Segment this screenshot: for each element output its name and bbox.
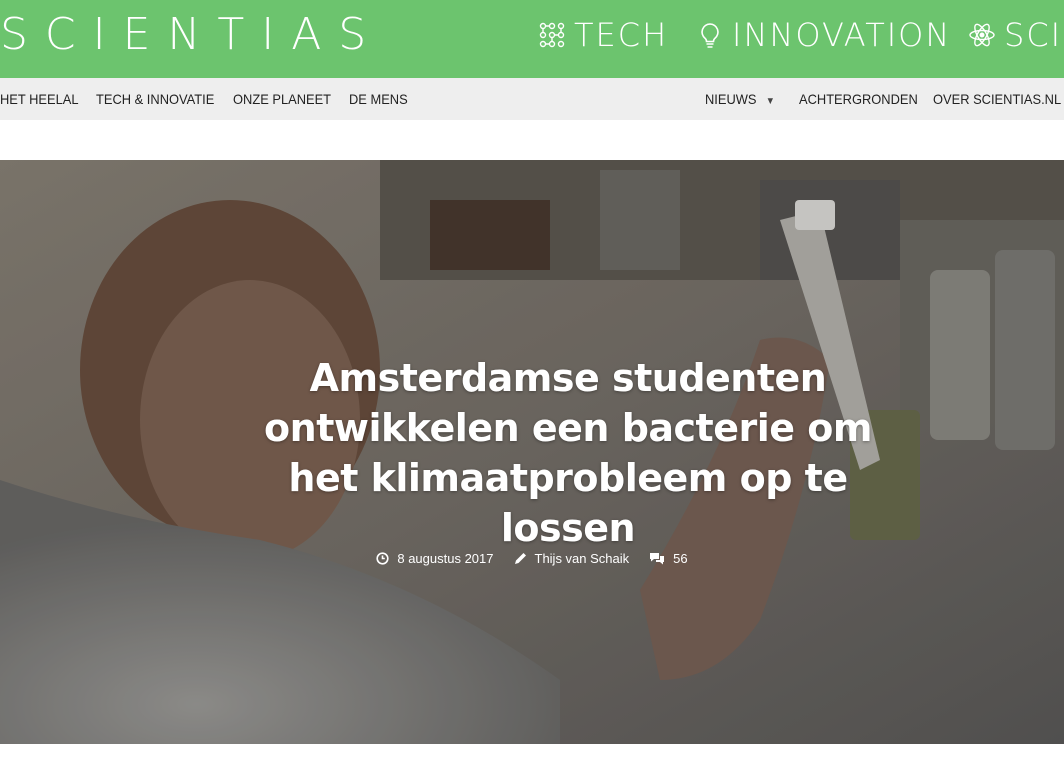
nav-item-nieuws-label: NIEUWS (705, 91, 757, 107)
lightbulb-icon (696, 21, 724, 49)
nav-item-achtergronden[interactable]: ACHTERGRONDEN (799, 78, 918, 120)
nav-item-tech-innovatie[interactable]: TECH & INNOVATIE (96, 78, 214, 120)
nav-item-de-mens[interactable]: DE MENS (349, 78, 408, 120)
article-date-text: 8 augustus 2017 (397, 550, 494, 566)
clock-icon (376, 551, 389, 565)
article-date: 8 augustus 2017 (376, 550, 494, 566)
pencil-icon (514, 552, 527, 565)
article-hero: Amsterdamse studenten ontwikkelen een ba… (0, 160, 1064, 744)
article-author[interactable]: Thijs van Schaik (514, 550, 630, 566)
article-author-name: Thijs van Schaik (534, 550, 630, 566)
category-innovation-label: INNOVATION (732, 16, 952, 54)
category-innovation[interactable]: INNOVATION (696, 13, 951, 57)
main-nav: HET HEELAL TECH & INNOVATIE ONZE PLANEET… (0, 78, 1064, 120)
comments-icon (649, 552, 665, 565)
category-tech-label: TECH (574, 16, 669, 54)
article-meta: 8 augustus 2017 Thijs van Schaik 56 (0, 548, 1064, 568)
chevron-down-icon: ▼ (765, 96, 775, 107)
site-logo[interactable]: SCIENTIAS (0, 9, 383, 61)
category-science[interactable]: SCIE (968, 13, 1064, 57)
nav-item-het-heelal[interactable]: HET HEELAL (0, 78, 79, 120)
brand-header: SCIENTIAS TECH INNOVATION SCI (0, 0, 1064, 78)
atom-icon (968, 21, 996, 49)
article-comments-count: 56 (673, 550, 688, 566)
article-title[interactable]: Amsterdamse studenten ontwikkelen een ba… (232, 353, 904, 553)
category-science-label: SCIE (1004, 16, 1064, 54)
nav-item-onze-planeet[interactable]: ONZE PLANEET (233, 78, 331, 120)
article-comments[interactable]: 56 (649, 550, 688, 566)
nav-item-over-scientias[interactable]: OVER SCIENTIAS.NL (933, 78, 1061, 120)
nav-item-nieuws[interactable]: NIEUWS ▼ (705, 78, 775, 120)
molecule-grid-icon (538, 21, 566, 49)
category-tech[interactable]: TECH (538, 13, 668, 57)
